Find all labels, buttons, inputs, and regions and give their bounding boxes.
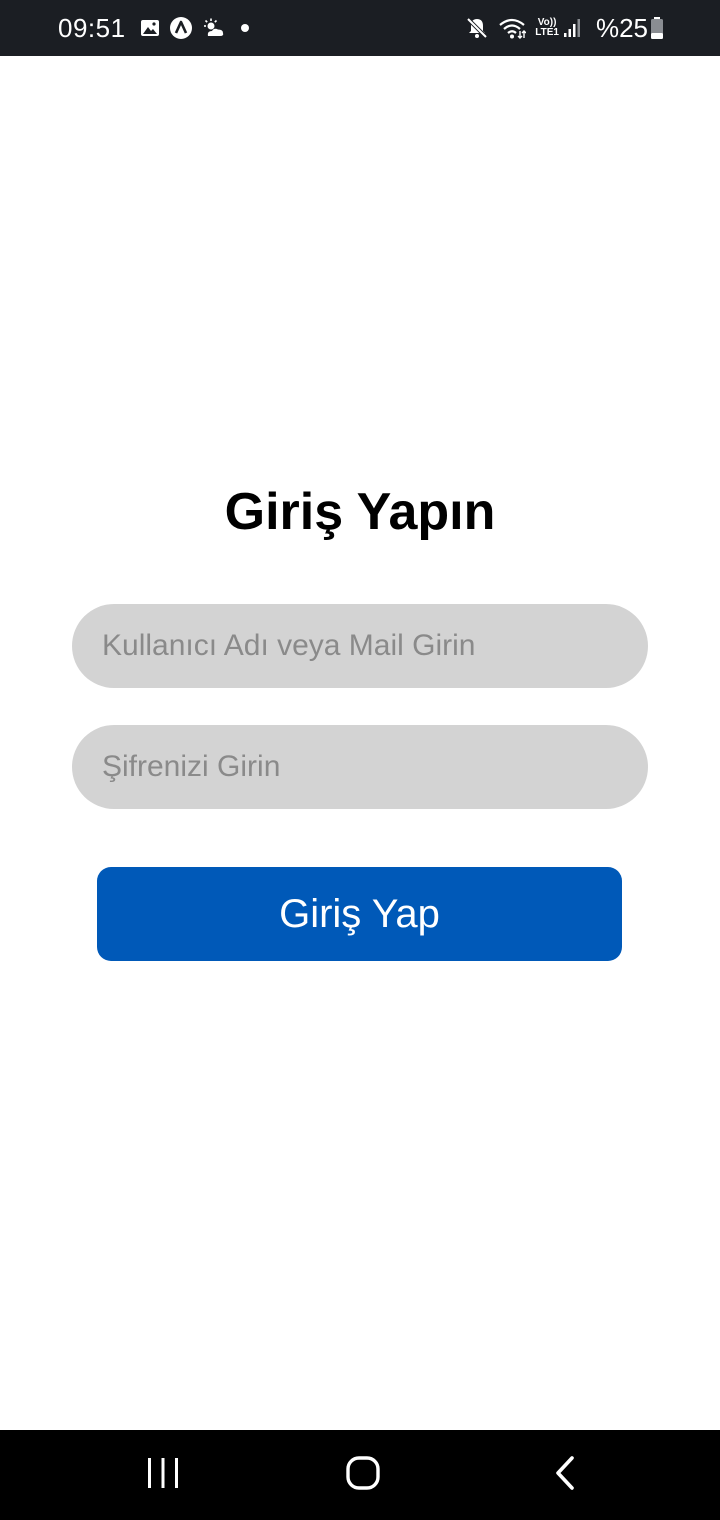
navigation-bar [0, 1430, 720, 1520]
status-bar-right: Vo)) LTE1 %25 [465, 13, 664, 44]
recents-button[interactable] [103, 1430, 223, 1520]
status-bar-left: 09:51 [58, 13, 249, 44]
status-bar: 09:51 Vo)) LTE1 %25 [0, 0, 720, 56]
home-button[interactable] [303, 1430, 423, 1520]
volte-icon: Vo)) LTE1 [535, 18, 559, 38]
volte-bottom-label: LTE1 [535, 27, 559, 38]
battery-icon [650, 16, 664, 40]
login-button-label: Giriş Yap [279, 891, 440, 936]
back-button[interactable] [505, 1430, 625, 1520]
password-field[interactable] [72, 725, 648, 809]
battery-percent: %25 [595, 12, 648, 43]
weather-icon [202, 18, 226, 38]
login-screen: 09:51 Vo)) LTE1 %25 Giriş Yapın Kullanıc… [0, 0, 720, 1520]
page-title: Giriş Yapın [224, 483, 496, 541]
status-time: 09:51 [58, 12, 126, 43]
signal-icon [563, 18, 581, 38]
gallery-icon [140, 19, 160, 37]
mute-icon [465, 16, 489, 40]
username-field[interactable] [72, 604, 648, 688]
login-button[interactable]: Giriş Yap [97, 867, 622, 961]
wifi-icon [498, 17, 527, 39]
recents-icon [146, 1457, 180, 1494]
home-icon [345, 1455, 381, 1496]
app-a-icon [169, 16, 193, 40]
notification-dot [240, 24, 249, 32]
back-icon [552, 1455, 578, 1496]
